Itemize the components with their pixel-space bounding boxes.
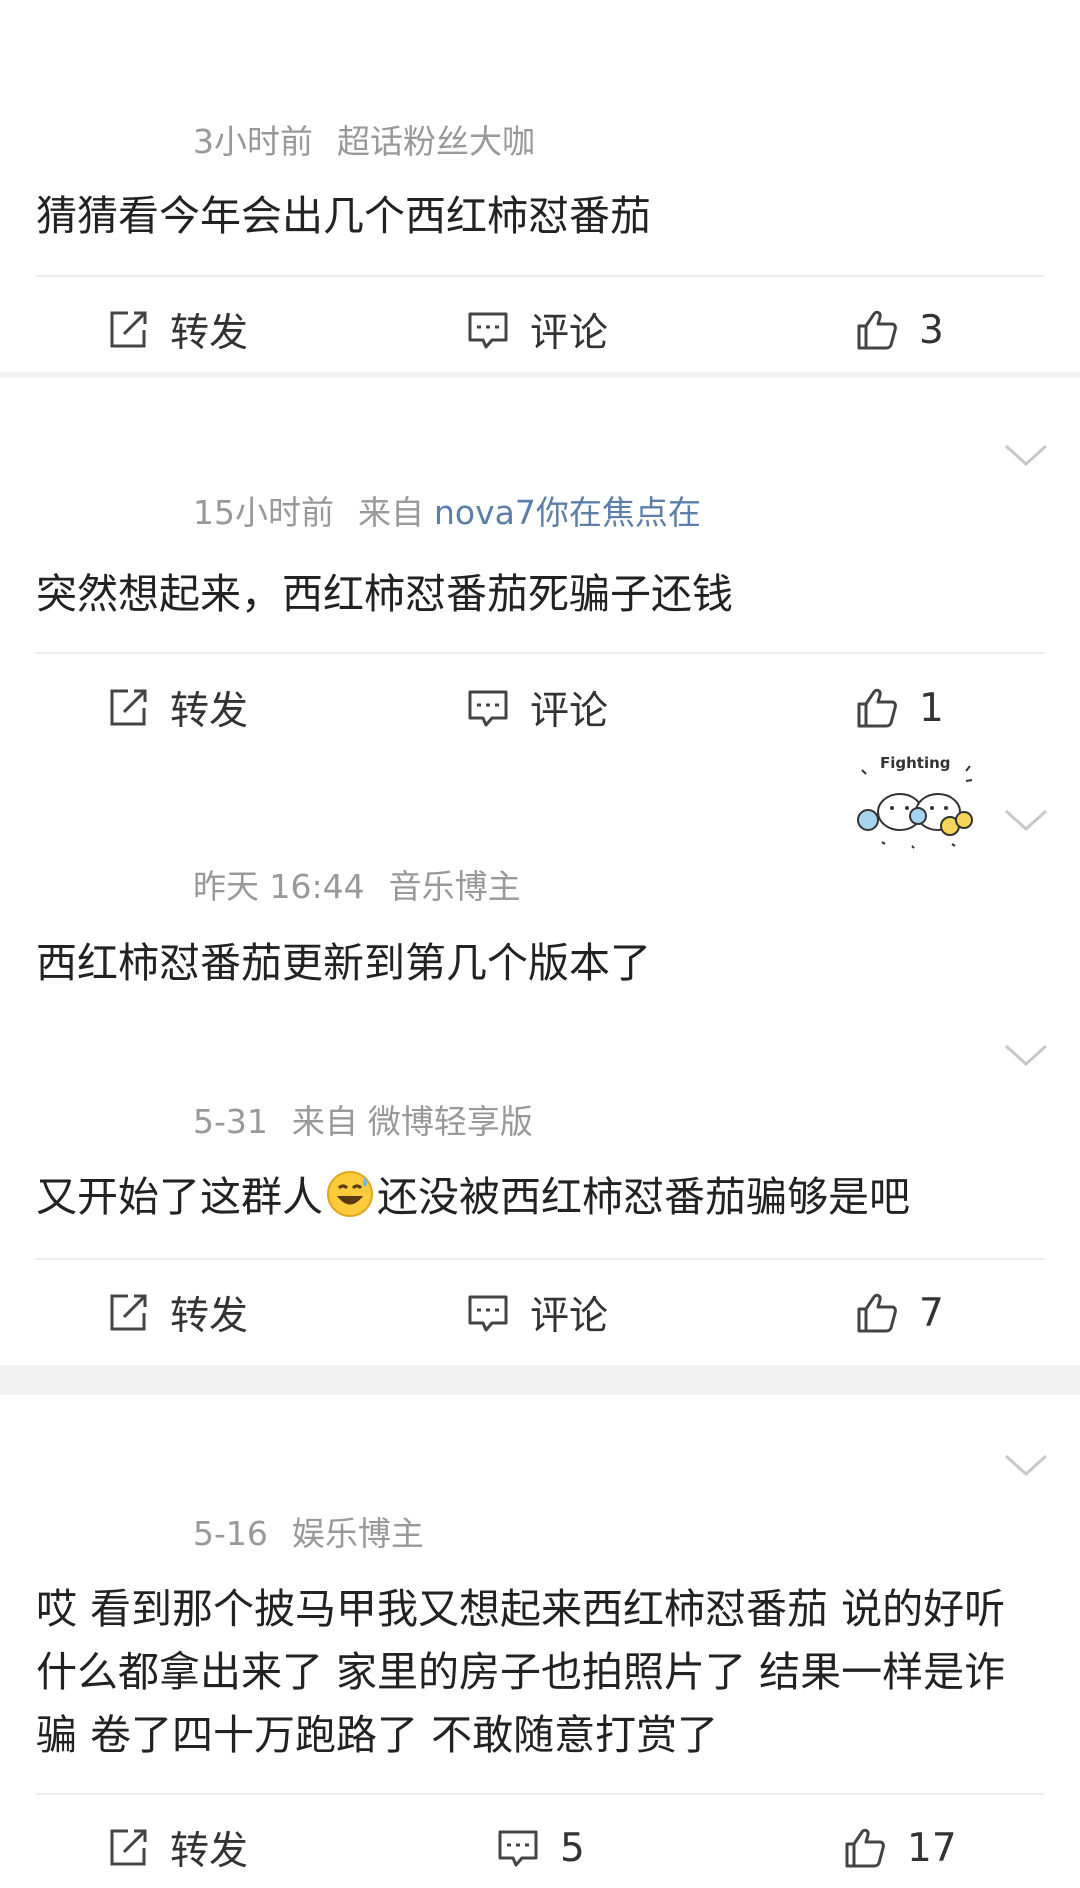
comment-button[interactable]: 5 <box>496 1813 585 1883</box>
comment-label: 评论 <box>530 311 609 356</box>
post-source-prefix: 来自 <box>291 1102 358 1141</box>
comment-button[interactable]: 评论 <box>466 673 608 743</box>
repost-icon <box>110 311 147 348</box>
post-card: 3小时前 超话粉丝大咖 猜猜看今年会出几个西红柿怼番茄 转发 评论 3 <box>0 0 1080 372</box>
repost-label: 转发 <box>170 311 249 356</box>
post-meta: 5-16 娱乐博主 <box>193 1507 424 1555</box>
like-count: 7 <box>919 1290 944 1336</box>
comment-icon <box>468 312 508 349</box>
svg-text:Fighting: Fighting <box>880 754 951 772</box>
comment-icon <box>498 1830 538 1867</box>
post-source-prefix: 来自 <box>358 493 424 532</box>
comment-button[interactable]: 评论 <box>466 1278 608 1348</box>
post-time: 15小时前 <box>193 493 334 532</box>
repost-button[interactable]: 转发 <box>106 1278 248 1348</box>
repost-label: 转发 <box>170 689 249 734</box>
chevron-down-icon[interactable] <box>1002 1450 1050 1480</box>
divider <box>36 1793 1044 1795</box>
action-bar: 转发 评论 7 <box>0 1278 1080 1348</box>
post-source: 娱乐博主 <box>291 1514 424 1553</box>
repost-button[interactable]: 转发 <box>106 673 248 743</box>
thumbs-up-icon <box>845 1828 885 1868</box>
like-button[interactable]: 7 <box>855 1278 944 1348</box>
action-bar: 转发 5 17 <box>0 1813 1080 1883</box>
post-time: 5-31 <box>193 1102 268 1141</box>
post-content: 哎 看到那个披马甲我又想起来西红柿怼番茄 说的好听 什么都拿出来了 家里的房子也… <box>36 1585 1006 1759</box>
post-time: 5-16 <box>193 1514 268 1553</box>
post-source: 微博轻享版 <box>367 1102 533 1141</box>
thumbs-up-icon <box>857 688 897 728</box>
post-meta: 15小时前 来自 nova7你在焦点在 <box>193 486 701 534</box>
post-content: 突然想起来，西红柿怼番茄死骗子还钱 <box>36 570 733 618</box>
repost-button[interactable]: 转发 <box>106 295 248 365</box>
chevron-down-icon[interactable] <box>1002 440 1050 470</box>
comment-icon <box>468 1295 508 1332</box>
post-meta: 3小时前 超话粉丝大咖 <box>193 115 535 163</box>
comment-label: 评论 <box>530 689 609 734</box>
repost-label: 转发 <box>170 1294 249 1339</box>
comment-label: 评论 <box>530 1294 609 1339</box>
thumbs-up-icon <box>857 310 897 350</box>
action-bar: 转发 评论 1 <box>0 673 1080 743</box>
repost-icon <box>110 1829 147 1866</box>
post-source[interactable]: nova7你在焦点在 <box>434 493 701 532</box>
post-content-part: 还没被西红柿怼番茄骗够是吧 <box>377 1173 910 1221</box>
repost-label: 转发 <box>170 1829 249 1874</box>
action-bar: 转发 评论 3 <box>0 295 1080 365</box>
post-meta: 昨天 16:44 音乐博主 <box>193 860 521 908</box>
comment-button[interactable]: 评论 <box>466 295 608 365</box>
post-meta: 5-31 来自 微博轻享版 <box>193 1095 533 1143</box>
repost-button[interactable]: 转发 <box>106 1813 248 1883</box>
fighting-sticker: Fighting <box>857 754 973 849</box>
repost-icon <box>110 689 147 726</box>
post-card: 5-16 娱乐博主 哎 看到那个披马甲我又想起来西红柿怼番茄 说的好听 什么都拿出… <box>0 1395 1080 1888</box>
divider <box>36 275 1044 277</box>
like-count: 17 <box>907 1825 957 1871</box>
post-content: 西红柿怼番茄更新到第几个版本了 <box>36 939 651 987</box>
divider <box>36 652 1044 654</box>
repost-icon <box>110 1294 147 1331</box>
post-card: 15小时前 来自 nova7你在焦点在 突然想起来，西红柿怼番茄死骗子还钱 转发 评… <box>0 378 1080 750</box>
like-button[interactable]: 17 <box>843 1813 957 1883</box>
chevron-down-icon[interactable] <box>1002 1040 1050 1070</box>
sweat-smile-emoji <box>327 1171 373 1217</box>
like-count: 1 <box>919 685 944 731</box>
divider <box>36 1258 1044 1260</box>
comment-icon <box>468 690 508 727</box>
post-time: 昨天 16:44 <box>193 867 365 906</box>
like-count: 3 <box>919 307 944 353</box>
like-button[interactable]: 3 <box>855 295 944 365</box>
post-source: 音乐博主 <box>388 867 521 906</box>
post-time: 3小时前 <box>193 122 313 161</box>
post-content: 猜猜看今年会出几个西红柿怼番茄 <box>36 192 651 240</box>
thumbs-up-icon <box>857 1293 897 1333</box>
comment-count: 5 <box>560 1825 585 1871</box>
post-content: 又开始了这群人 还没被西红柿怼番茄骗够是吧 <box>36 1166 1036 1229</box>
post-card: 5-31 来自 微博轻享版 又开始了这群人 还没被西红柿怼番茄骗够是吧 转发 评论 7 <box>0 1020 1080 1365</box>
post-content-part: 又开始了这群人 <box>36 1173 323 1221</box>
post-source: 超话粉丝大咖 <box>337 122 535 161</box>
like-button[interactable]: 1 <box>855 673 944 743</box>
chevron-down-icon[interactable] <box>1002 805 1050 835</box>
post-separator <box>0 1365 1080 1395</box>
